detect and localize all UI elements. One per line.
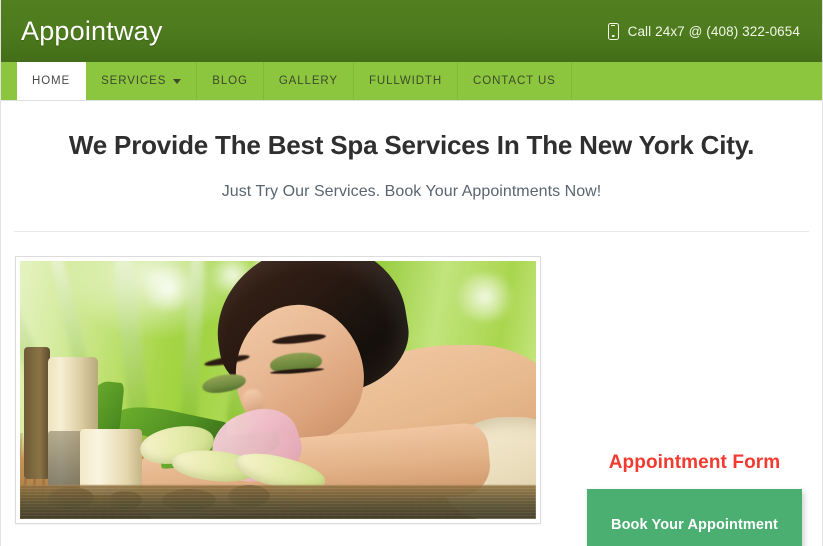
- header-contact[interactable]: Call 24x7 @ (408) 322-0654: [607, 22, 800, 40]
- content-row: Appointment Form Book Your Appointment N…: [1, 231, 822, 546]
- appointment-form-annotation: Appointment Form: [608, 452, 781, 473]
- nav-item-contact-us-label: CONTACT US: [473, 75, 556, 87]
- spa-photo-frame: [15, 256, 541, 524]
- site-logo[interactable]: Appointway: [21, 17, 163, 45]
- chevron-down-icon: [173, 79, 182, 84]
- nav-item-services[interactable]: SERVICES: [86, 62, 198, 100]
- nav-item-gallery-label: GALLERY: [278, 75, 338, 87]
- main-navigation: HOME SERVICES BLOG GALLERY FULLWIDTH CON…: [1, 62, 822, 101]
- hero-section: We Provide The Best Spa Services In The …: [1, 101, 822, 201]
- nav-item-home[interactable]: HOME: [17, 62, 87, 100]
- page-title: We Provide The Best Spa Services In The …: [68, 130, 755, 160]
- nav-item-fullwidth-label: FULLWIDTH: [368, 75, 443, 87]
- header-phone-text: Call 24x7 @ (408) 322-0654: [627, 23, 800, 39]
- nav-item-home-label: HOME: [32, 75, 71, 87]
- nav-item-fullwidth[interactable]: FULLWIDTH: [354, 62, 459, 100]
- nav-item-blog[interactable]: BLOG: [197, 62, 264, 100]
- spa-photo: [20, 261, 536, 519]
- appointment-form-panel: Book Your Appointment Name Email Contact…: [587, 489, 802, 546]
- form-heading: Book Your Appointment: [611, 517, 778, 533]
- nav-item-gallery[interactable]: GALLERY: [264, 62, 354, 100]
- water-reflection: [20, 485, 536, 519]
- nav-item-blog-label: BLOG: [212, 75, 248, 87]
- nav-item-contact-us[interactable]: CONTACT US: [458, 62, 572, 100]
- dark-candle: [24, 347, 50, 479]
- page-subtitle: Just Try Our Services. Book Your Appoint…: [221, 182, 602, 200]
- page-root: Appointway Call 24x7 @ (408) 322-0654 HO…: [0, 0, 823, 546]
- nav-item-services-label: SERVICES: [101, 75, 167, 87]
- mobile-phone-icon: [607, 22, 619, 40]
- site-header: Appointway Call 24x7 @ (408) 322-0654: [1, 0, 822, 62]
